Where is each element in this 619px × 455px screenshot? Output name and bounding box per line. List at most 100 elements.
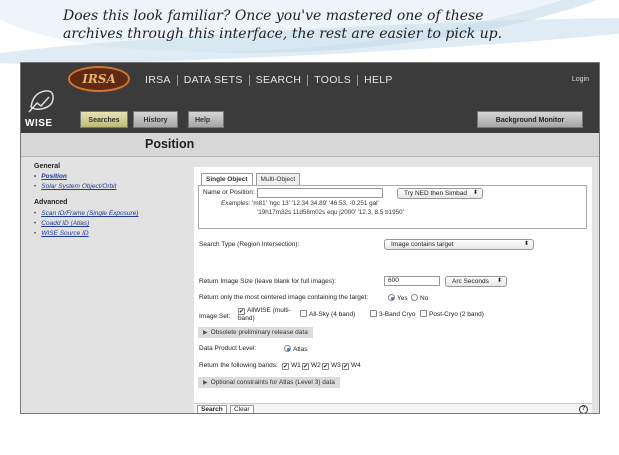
nav-help[interactable]: HELP bbox=[358, 74, 399, 86]
triangle-right-icon: ▶ bbox=[203, 330, 208, 336]
slide-caption: Does this look familiar? Once you've mas… bbox=[63, 8, 503, 42]
band-w3-label: W3 bbox=[331, 362, 341, 369]
examples-label: Examples: bbox=[221, 200, 251, 207]
obsolete-data-label: Obsolete preliminary release data bbox=[210, 329, 308, 336]
target-box: Name or Position: Try NED then Simbad ⬍ … bbox=[198, 185, 587, 229]
tab-searches[interactable]: Searches bbox=[80, 111, 128, 128]
search-form-panel: Single Object Multi-Object Name or Posit… bbox=[194, 167, 592, 413]
sidebar-item-scan-id[interactable]: Scan ID/Frame (Single Exposure) bbox=[34, 209, 138, 219]
product-level-atlas-option[interactable]: Atlas bbox=[284, 345, 307, 353]
nav-tools[interactable]: TOOLS bbox=[308, 74, 357, 86]
tab-single-object[interactable]: Single Object bbox=[201, 173, 253, 185]
irsa-logo[interactable]: IRSA bbox=[68, 66, 130, 92]
checkbox-w4[interactable]: ✔ bbox=[342, 363, 349, 370]
search-type-value: Image contains target bbox=[391, 241, 454, 248]
image-set-allwise-label: AllWISE (multi-band) bbox=[238, 307, 291, 322]
image-set-3band-option[interactable]: 3-Band Cryo bbox=[370, 310, 416, 318]
product-level-label: Data Product Level: bbox=[199, 345, 257, 352]
nav-data-sets[interactable]: DATA SETS bbox=[178, 74, 249, 86]
centered-no-option[interactable]: No bbox=[411, 294, 428, 302]
product-level-value: Atlas bbox=[293, 346, 308, 353]
checkbox-w2[interactable]: ✔ bbox=[302, 363, 309, 370]
image-set-allsky-option[interactable]: All-Sky (4 band) bbox=[300, 310, 355, 318]
image-set-allwise-option[interactable]: ✔ AllWISE (multi-band) bbox=[238, 307, 294, 323]
clear-button[interactable]: Clear bbox=[230, 405, 254, 413]
search-button[interactable]: Search bbox=[197, 405, 227, 413]
checkbox-allsky[interactable] bbox=[300, 310, 307, 317]
sidebar-heading-general: General bbox=[34, 163, 61, 170]
centered-yes-option[interactable]: Yes bbox=[388, 294, 408, 302]
checkbox-w3[interactable]: ✔ bbox=[322, 363, 329, 370]
radio-yes[interactable] bbox=[388, 294, 395, 301]
band-w1-label: W1 bbox=[291, 362, 301, 369]
radio-no[interactable] bbox=[411, 294, 418, 301]
form-footer: Search Clear ? bbox=[194, 403, 592, 413]
tab-history[interactable]: History bbox=[133, 111, 178, 128]
select-arrow-icon: ⬍ bbox=[496, 278, 502, 284]
band-w4-option[interactable]: ✔ W4 bbox=[342, 362, 361, 370]
name-position-label: Name or Position: bbox=[203, 189, 255, 196]
sidebar-item-position[interactable]: Position bbox=[34, 172, 116, 182]
centered-yes-label: Yes bbox=[397, 295, 408, 302]
background-monitor-button[interactable]: Background Monitor bbox=[477, 111, 583, 128]
resolver-value: Try NED then Simbad bbox=[404, 190, 467, 197]
irsa-app-window: IRSA WISE IRSA DATA SETS SEARCH TOOLS HE… bbox=[20, 62, 600, 414]
image-set-3band-label: 3-Band Cryo bbox=[379, 311, 416, 318]
image-size-unit-select[interactable]: Arc Seconds ⬍ bbox=[445, 276, 507, 287]
tab-help[interactable]: Help bbox=[188, 111, 224, 128]
search-type-select[interactable]: Image contains target ⬍ bbox=[384, 239, 534, 250]
centered-label: Return only the most centered image cont… bbox=[199, 294, 369, 301]
triangle-right-icon: ▶ bbox=[203, 380, 208, 386]
radio-atlas[interactable] bbox=[284, 345, 291, 352]
band-w4-label: W4 bbox=[351, 362, 361, 369]
image-set-postcryo-option[interactable]: Post-Cryo (2 band) bbox=[420, 310, 484, 318]
wise-label: WISE bbox=[25, 118, 53, 129]
top-header: IRSA WISE IRSA DATA SETS SEARCH TOOLS HE… bbox=[21, 63, 599, 133]
sidebar-general-list: Position Solar System Object/Orbit bbox=[34, 172, 116, 192]
examples-text: Examples: 'm81' 'ngc 13' '12.34 34.89' '… bbox=[221, 199, 404, 217]
resolver-select[interactable]: Try NED then Simbad ⬍ bbox=[397, 188, 483, 199]
centered-no-label: No bbox=[420, 295, 429, 302]
select-arrow-icon: ⬍ bbox=[523, 241, 529, 247]
band-w1-option[interactable]: ✔ W1 bbox=[282, 362, 301, 370]
checkbox-3band[interactable] bbox=[370, 310, 377, 317]
image-size-label: Return Image Size (leave blank for full … bbox=[199, 278, 336, 285]
irsa-logo-text: IRSA bbox=[82, 72, 116, 86]
optional-constraints-label: Optional constraints for Atlas (Level 3)… bbox=[210, 379, 335, 386]
image-set-label: Image Set: bbox=[199, 313, 231, 320]
nav-search[interactable]: SEARCH bbox=[250, 74, 308, 86]
band-w2-label: W2 bbox=[311, 362, 321, 369]
checkbox-postcryo[interactable] bbox=[420, 310, 427, 317]
optional-constraints-toggle[interactable]: ▶ Optional constraints for Atlas (Level 3… bbox=[198, 377, 340, 388]
band-w3-option[interactable]: ✔ W3 bbox=[322, 362, 341, 370]
search-type-label: Search Type (Region Intersection): bbox=[199, 241, 300, 248]
object-tabs: Single Object Multi-Object bbox=[201, 173, 301, 185]
title-bar: Position bbox=[21, 133, 599, 157]
sidebar-advanced-list: Scan ID/Frame (Single Exposure) Coadd ID… bbox=[34, 209, 138, 239]
nav-irsa[interactable]: IRSA bbox=[139, 74, 177, 86]
login-link[interactable]: Login bbox=[572, 76, 589, 83]
image-set-allsky-label: All-Sky (4 band) bbox=[309, 311, 356, 318]
select-arrow-icon: ⬍ bbox=[472, 190, 478, 196]
checkbox-allwise[interactable]: ✔ bbox=[238, 308, 245, 315]
image-size-input[interactable]: 600 bbox=[384, 276, 440, 286]
wise-logo-icon bbox=[28, 90, 54, 113]
bands-label: Return the following bands: bbox=[199, 362, 278, 369]
examples-line-2: '19h17m32s 11d58m02s equ j2000' '12.3, 8… bbox=[257, 209, 404, 216]
sidebar-heading-advanced: Advanced bbox=[34, 199, 68, 206]
image-size-unit-value: Arc Seconds bbox=[452, 278, 489, 285]
band-w2-option[interactable]: ✔ W2 bbox=[302, 362, 321, 370]
help-icon[interactable]: ? bbox=[579, 405, 588, 413]
search-sidebar: General Position Solar System Object/Orb… bbox=[21, 157, 183, 413]
sub-nav: Searches History Help bbox=[80, 111, 224, 128]
examples-line-1: 'm81' 'ngc 13' '12.34 34.89' '46.53, -0.… bbox=[252, 200, 379, 207]
checkbox-w1[interactable]: ✔ bbox=[282, 363, 289, 370]
tab-multi-object[interactable]: Multi-Object bbox=[255, 173, 301, 185]
page-title: Position bbox=[145, 137, 195, 151]
sidebar-item-coadd-id[interactable]: Coadd ID (Atlas) bbox=[34, 219, 138, 229]
obsolete-data-toggle[interactable]: ▶ Obsolete preliminary release data bbox=[198, 327, 313, 338]
name-position-input[interactable] bbox=[257, 188, 383, 198]
main-nav: IRSA DATA SETS SEARCH TOOLS HELP bbox=[139, 74, 399, 86]
sidebar-item-solar-system[interactable]: Solar System Object/Orbit bbox=[34, 182, 116, 192]
sidebar-item-source-id[interactable]: WISE Source ID bbox=[34, 229, 138, 239]
